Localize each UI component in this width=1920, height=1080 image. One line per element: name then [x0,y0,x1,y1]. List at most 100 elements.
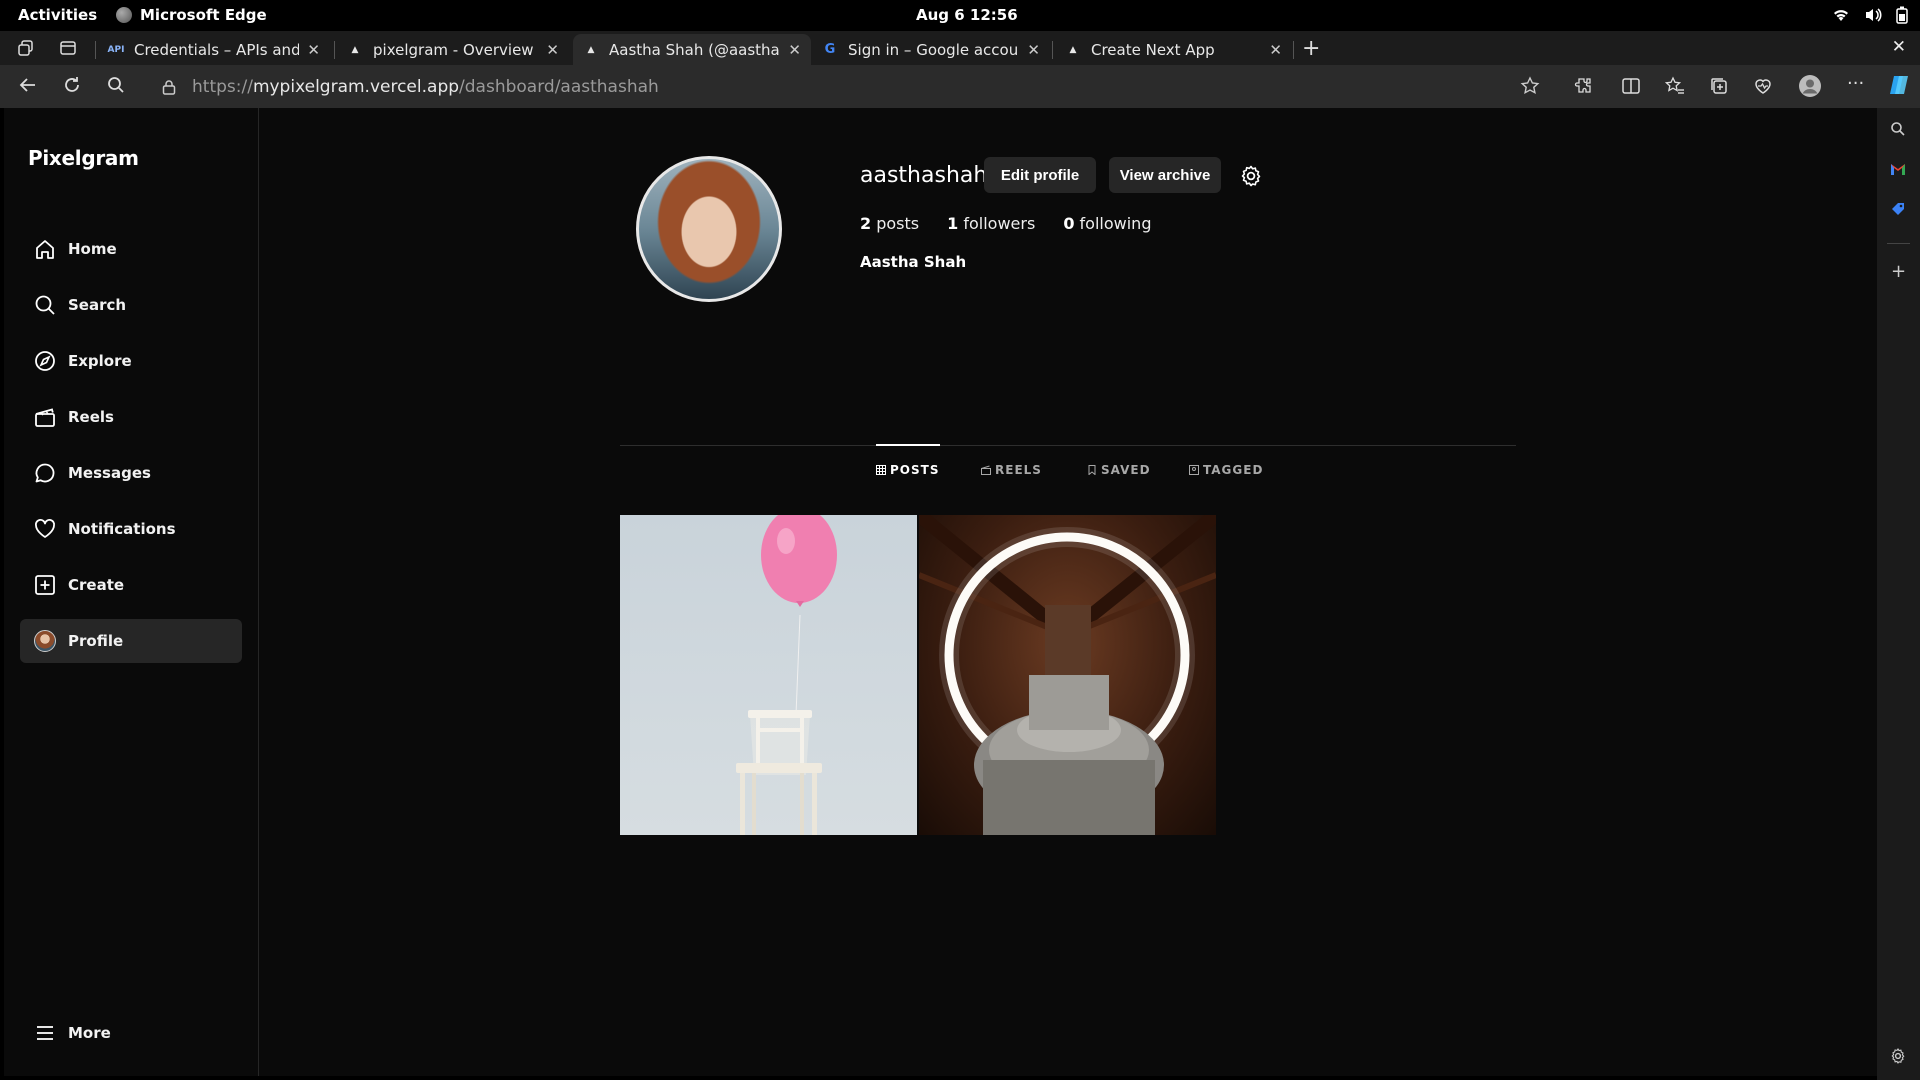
tab-actions-icon[interactable] [59,39,77,57]
clapperboard-icon [34,406,56,428]
posts-count[interactable]: 2 posts [860,214,919,233]
nav-messages[interactable]: Messages [20,451,242,495]
browser-tab[interactable]: ▲ Create Next App ✕ [1055,34,1292,65]
app-menu[interactable]: Microsoft Edge [116,6,267,24]
system-tray[interactable] [1832,6,1908,24]
profile-stats: 2 posts 1 followers 0 following [860,214,1179,233]
compass-icon [34,350,56,372]
browser-essentials-icon[interactable] [1753,76,1773,96]
nav-explore[interactable]: Explore [20,339,242,383]
close-tab-icon[interactable]: ✕ [1269,41,1282,59]
app-name: Microsoft Edge [140,6,267,24]
workspaces-icon[interactable] [17,39,35,57]
more-dots-icon[interactable]: ··· [1847,73,1864,94]
favorite-star-icon[interactable] [1520,76,1540,96]
tab-title: Credentials – APIs and ser [134,40,300,59]
address-bar[interactable]: https://mypixelgram.vercel.app/dashboard… [148,70,1558,103]
tab-title: pixelgram - Overview – Ve [373,40,538,59]
profile-avatar[interactable] [1798,74,1822,102]
bookmark-icon [1088,465,1096,475]
nav-label: Profile [68,632,124,650]
tab-separator [1052,41,1053,59]
app-sidebar: Pixelgram Home Search Explore Reels Mess… [4,108,259,1076]
url-path: /dashboard/aasthashah [459,76,659,97]
edit-profile-button[interactable]: Edit profile [984,157,1096,193]
clapperboard-icon [981,465,991,475]
nav-more[interactable]: More [20,1011,242,1055]
tab-reels[interactable]: REELS [981,463,1042,477]
browser-tab[interactable]: API Credentials – APIs and ser ✕ [98,34,330,65]
nav-search[interactable]: Search [20,283,242,327]
system-top-bar: Activities Microsoft Edge Aug 6 12:56 [0,0,1920,31]
back-arrow-icon[interactable] [18,75,38,95]
copilot-icon[interactable] [1887,73,1911,101]
clock[interactable]: Aug 6 12:56 [916,6,1018,24]
followers-count[interactable]: 1 followers [947,214,1035,233]
close-tab-icon[interactable]: ✕ [788,41,801,59]
tab-separator [95,41,96,59]
tab-separator [1293,41,1294,59]
nav-create[interactable]: Create [20,563,242,607]
collections-icon[interactable] [1709,76,1729,96]
search-icon [34,294,56,316]
app-logo[interactable]: Pixelgram [28,146,139,170]
tab-posts[interactable]: POSTS [876,463,939,477]
gmail-icon[interactable] [1890,162,1906,176]
activities-button[interactable]: Activities [18,6,97,24]
nav-label: More [68,1024,111,1042]
nav-home[interactable]: Home [20,227,242,271]
active-tab-indicator [876,444,940,446]
search-icon[interactable] [106,75,126,95]
add-sidebar-app-plus-icon[interactable]: + [1891,261,1906,282]
nav-profile[interactable]: Profile [20,619,242,663]
view-archive-button[interactable]: View archive [1109,157,1221,193]
browser-tab[interactable]: G Sign in – Google accounts ✕ [812,34,1050,65]
nav-label: Messages [68,464,151,482]
extensions-puzzle-icon[interactable] [1574,76,1594,96]
tab-tagged[interactable]: TAGGED [1189,463,1263,477]
search-icon[interactable] [1890,121,1906,137]
nav-notifications[interactable]: Notifications [20,507,242,551]
shopping-tag-icon[interactable] [1890,201,1906,217]
browser-tab-strip: API Credentials – APIs and ser ✕ ▲ pixel… [0,31,1920,65]
volume-icon [1866,8,1882,22]
close-tab-icon[interactable]: ✕ [546,41,559,59]
gear-icon[interactable] [1239,164,1263,188]
close-tab-icon[interactable]: ✕ [1027,41,1040,59]
tab-separator [334,41,335,59]
browser-toolbar: https://mypixelgram.vercel.app/dashboard… [0,65,1920,108]
close-tab-icon[interactable]: ✕ [307,41,320,59]
favorites-icon[interactable] [1665,76,1685,96]
browser-tab-active[interactable]: ▲ Aastha Shah (@aasthasha ✕ [573,34,811,65]
profile-avatar-large[interactable] [636,156,782,302]
new-tab-plus-icon[interactable]: + [1302,36,1320,61]
api-favicon-icon: API [107,44,125,55]
edge-app-icon [116,7,132,23]
tab-label: POSTS [890,463,940,477]
following-count[interactable]: 0 following [1063,214,1151,233]
refresh-icon[interactable] [62,75,82,95]
wifi-icon [1834,10,1848,21]
nav-label: Explore [68,352,132,370]
split-screen-icon[interactable] [1621,76,1641,96]
lock-icon[interactable] [162,79,176,95]
tab-title: Sign in – Google accounts [848,40,1019,59]
nav-reels[interactable]: Reels [20,395,242,439]
nav-label: Home [68,240,117,258]
post-thumbnail[interactable] [620,515,917,835]
tab-title: Create Next App [1091,40,1215,59]
url-host: mypixelgram.vercel.app [252,76,460,97]
grid-icon [876,465,886,475]
post-thumbnail[interactable] [919,515,1216,835]
tab-label: SAVED [1101,463,1151,477]
avatar [34,630,56,652]
sidebar-settings-gear-icon[interactable] [1890,1048,1906,1064]
tabs-divider [620,445,1516,446]
browser-tab[interactable]: ▲ pixelgram - Overview – Ve ✕ [337,34,569,65]
google-g-icon: G [824,42,836,57]
balloon-chair-image [736,515,837,835]
window-close-icon[interactable]: ✕ [1892,37,1906,57]
tab-saved[interactable]: SAVED [1087,463,1151,477]
ring-light-pillar-image [919,515,1216,835]
nav-label: Search [68,296,127,314]
